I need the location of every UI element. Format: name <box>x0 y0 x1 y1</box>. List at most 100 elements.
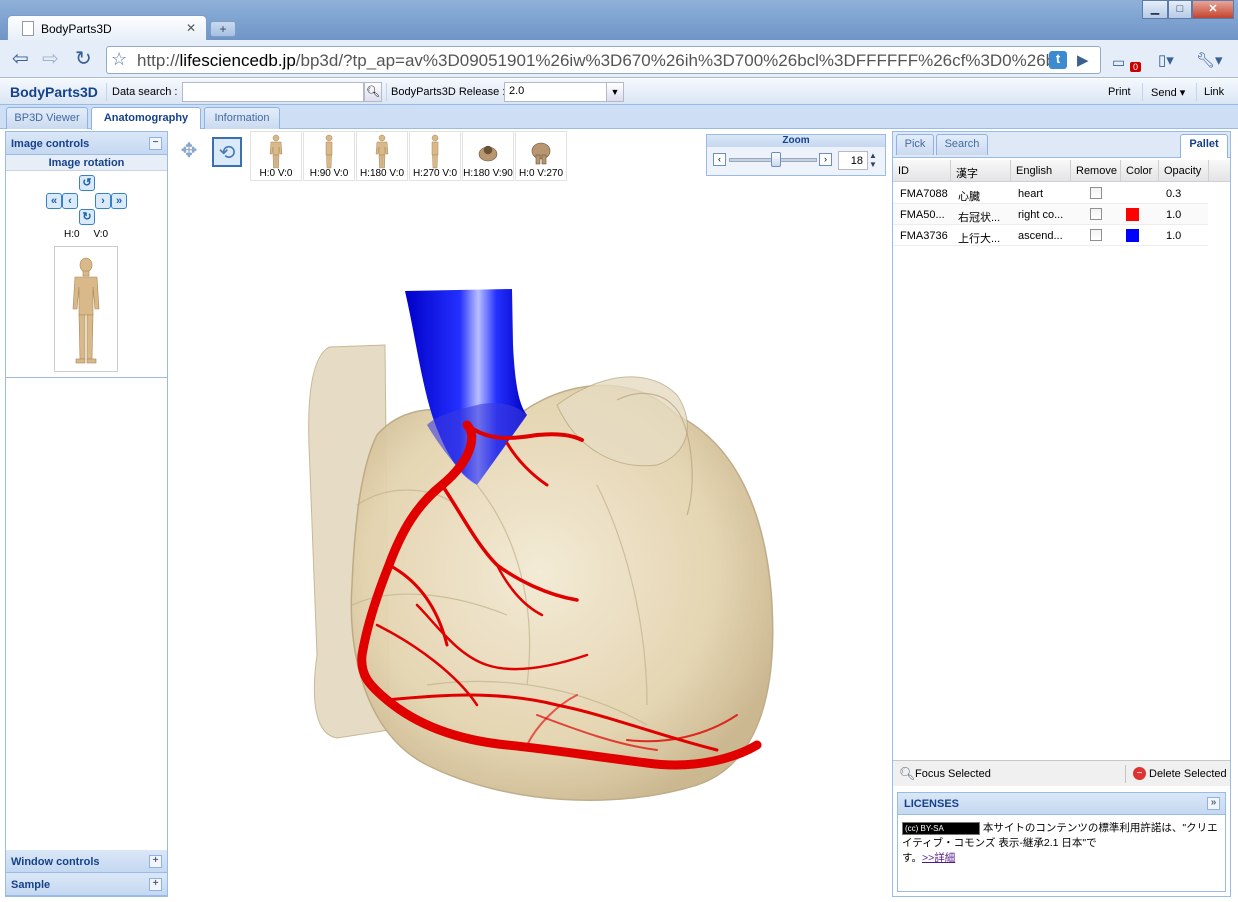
extension-icon[interactable]: t <box>1049 51 1067 69</box>
zoom-title: Zoom <box>707 135 885 147</box>
column-id[interactable]: ID <box>893 160 951 182</box>
table-row[interactable]: FMA3736 上行大... ascend... 1.0 <box>893 225 1208 246</box>
remove-checkbox[interactable] <box>1090 229 1102 241</box>
view-preset-top[interactable]: H:180 V:90 <box>462 131 514 181</box>
expand-icon[interactable]: + <box>149 878 162 891</box>
expand-icon[interactable]: + <box>149 855 162 868</box>
tab-pick[interactable]: Pick <box>896 134 934 155</box>
page-icon <box>22 21 34 36</box>
zoom-spinner-icon[interactable]: ▲ ▼ <box>869 151 877 169</box>
wrench-menu-icon[interactable]: 🔧︎▾ <box>1196 51 1223 71</box>
license-details-link[interactable]: >>詳細 <box>922 852 955 864</box>
pallet-footer: 🔍︎ Focus Selected − Delete Selected <box>893 760 1230 786</box>
column-english[interactable]: English <box>1011 160 1071 182</box>
color-swatch[interactable] <box>1126 229 1139 242</box>
back-arrow-icon[interactable]: ⇦ <box>12 49 29 69</box>
rotate-down-icon[interactable]: ↻ <box>79 209 95 225</box>
body-thumbnail[interactable] <box>54 246 118 372</box>
licenses-panel: LICENSES » (cc) BY-SA 本サイトのコンテンツの標準利用許諾は… <box>897 792 1226 892</box>
figure-side-icon <box>325 134 333 169</box>
data-search-label: Data search : <box>112 86 178 98</box>
close-tab-icon[interactable]: ✕ <box>186 21 196 35</box>
column-kanji[interactable]: 漢字 <box>951 160 1011 182</box>
notification-icon[interactable]: ▭ <box>1112 52 1125 72</box>
pallet-grid-header: ID 漢字 English Remove Color Opacity <box>893 160 1230 182</box>
delete-selected-button[interactable]: Delete Selected <box>1149 768 1227 780</box>
column-color[interactable]: Color <box>1121 160 1159 182</box>
license-text: (cc) BY-SA 本サイトのコンテンツの標準利用許諾は、"クリエイティブ・コ… <box>902 821 1218 864</box>
url-text[interactable]: http://lifesciencedb.jp/bp3d/?tp_ap=av%3… <box>137 51 1052 71</box>
magnifier-icon: 🔍︎ <box>899 766 916 781</box>
table-row[interactable]: FMA7088 心臓 heart 0.3 <box>893 183 1208 204</box>
view-preset-back[interactable]: H:180 V:0 <box>356 131 408 181</box>
sample-header[interactable]: Sample + <box>6 873 167 896</box>
zoom-slider-thumb[interactable] <box>771 152 781 167</box>
zoom-value-input[interactable]: 18 <box>838 151 868 170</box>
print-button[interactable]: Print <box>1108 86 1131 98</box>
collapse-icon[interactable]: − <box>149 137 162 150</box>
tab-bp3d-viewer[interactable]: BP3D Viewer <box>6 107 88 129</box>
tab-anatomography[interactable]: Anatomography <box>91 107 201 130</box>
chevron-down-icon[interactable]: » <box>1207 797 1220 810</box>
heart-model-icon <box>308 289 774 802</box>
figure-top-icon <box>478 145 498 162</box>
address-bar[interactable]: ☆ http://lifesciencedb.jp/bp3d/?tp_ap=av… <box>106 46 1101 74</box>
maximize-button[interactable]: □ <box>1168 0 1192 19</box>
table-row[interactable]: FMA50... 右冠状... right co... 1.0 <box>893 204 1208 225</box>
data-search-input[interactable] <box>182 82 364 102</box>
viewer-toolbar: ✥ ⟲ H:0 V:0 H:90 V:0 H:180 V:0 H:270 V:0… <box>168 129 888 184</box>
app-tab-strip: BP3D Viewer Anatomography Information <box>0 105 1238 130</box>
zoom-out-icon[interactable]: ‹ <box>713 153 726 166</box>
reload-icon[interactable]: ↻ <box>75 49 92 69</box>
rotate-left-icon[interactable]: ‹ <box>62 193 78 209</box>
licenses-header[interactable]: LICENSES » <box>898 793 1225 815</box>
rotate-right-fast-icon[interactable]: » <box>111 193 127 209</box>
search-icon[interactable]: 🔍︎ <box>364 82 382 102</box>
cc-by-sa-badge[interactable]: (cc) BY-SA <box>902 821 980 835</box>
release-label: BodyParts3D Release : <box>391 86 506 98</box>
link-button[interactable]: Link <box>1204 86 1224 98</box>
browser-tab-title: BodyParts3D <box>41 22 112 36</box>
new-tab-button[interactable]: + <box>210 21 236 37</box>
view-preset-bottom[interactable]: H:0 V:270 <box>515 131 567 181</box>
column-remove[interactable]: Remove <box>1071 160 1121 182</box>
color-swatch[interactable] <box>1126 208 1139 221</box>
focus-selected-button[interactable]: Focus Selected <box>915 768 991 780</box>
minimize-button[interactable]: ▁ <box>1142 0 1168 19</box>
human-body-icon <box>72 257 100 364</box>
figure-bottom-icon <box>531 142 551 165</box>
bookmark-star-icon[interactable]: ☆ <box>111 49 127 70</box>
image-rotation-title: Image rotation <box>6 155 167 171</box>
remove-checkbox[interactable] <box>1090 208 1102 220</box>
tab-information[interactable]: Information <box>204 107 280 129</box>
view-preset-front[interactable]: H:0 V:0 <box>250 131 302 181</box>
page-menu-icon[interactable]: ▯▾ <box>1158 51 1174 71</box>
image-controls-header[interactable]: Image controls − <box>6 132 167 155</box>
column-opacity[interactable]: Opacity <box>1159 160 1209 182</box>
release-select[interactable]: 2.0 ▼ <box>504 82 624 102</box>
anatomography-viewer: ✥ ⟲ H:0 V:0 H:90 V:0 H:180 V:0 H:270 V:0… <box>168 129 888 897</box>
tab-pallet[interactable]: Pallet <box>1180 134 1228 158</box>
window-controls-header[interactable]: Window controls + <box>6 850 167 873</box>
browser-tab[interactable]: BodyParts3D ✕ <box>7 15 207 43</box>
rotate-mode-icon[interactable]: ⟲ <box>212 137 242 167</box>
rotate-up-icon[interactable]: ↺ <box>79 175 95 191</box>
rotate-left-fast-icon[interactable]: « <box>46 193 62 209</box>
view-preset-side-270[interactable]: H:270 V:0 <box>409 131 461 181</box>
chevron-down-icon[interactable]: ▼ <box>606 83 623 101</box>
view-preset-side-90[interactable]: H:90 V:0 <box>303 131 355 181</box>
remove-checkbox[interactable] <box>1090 187 1102 199</box>
right-panel: Pick Search Pallet ID 漢字 English Remove … <box>892 131 1231 897</box>
3d-render-canvas[interactable] <box>177 185 877 885</box>
send-button[interactable]: Send ▾ <box>1151 86 1185 99</box>
zoom-in-icon[interactable]: › <box>819 153 832 166</box>
forward-arrow-icon[interactable]: ⇨ <box>42 49 59 69</box>
app-header: BodyParts3D Data search : 🔍︎ BodyParts3D… <box>0 79 1238 105</box>
rotate-right-icon[interactable]: › <box>95 193 111 209</box>
go-arrow-icon[interactable]: ▶ <box>1077 51 1089 69</box>
tab-search[interactable]: Search <box>936 134 988 155</box>
close-window-button[interactable]: ✕ <box>1192 0 1234 19</box>
pan-move-icon[interactable]: ✥ <box>174 137 204 167</box>
browser-tab-bar: BodyParts3D ✕ + ▁ □ ✕ <box>0 0 1238 43</box>
app-title: BodyParts3D <box>10 84 98 100</box>
